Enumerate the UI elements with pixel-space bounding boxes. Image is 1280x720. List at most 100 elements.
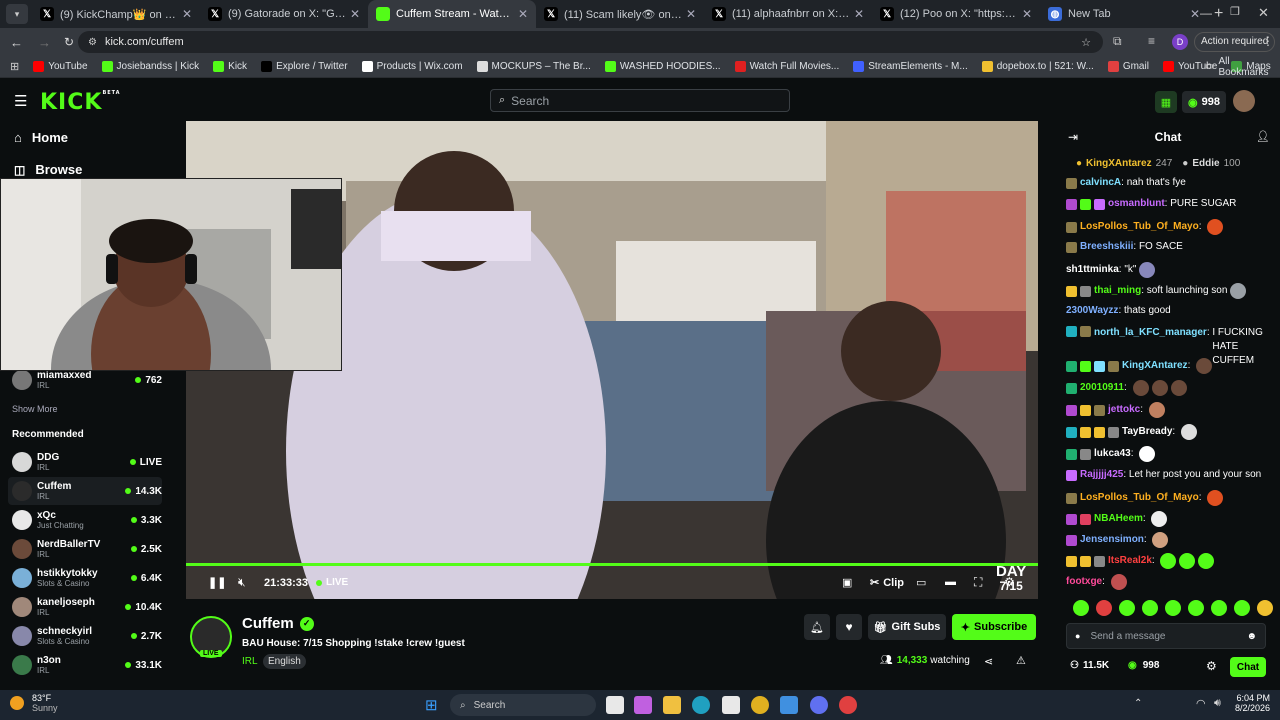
sidebar-item-hstikkytokky[interactable]: hstikkytokky Slots & Casino 6.4K: [8, 564, 162, 592]
start-icon[interactable]: ⊞: [425, 696, 438, 714]
bookmark-item[interactable]: Explore / Twitter: [261, 61, 348, 72]
browser-tab[interactable]: 𝕏 (11) alphaafnbrr on X: "no way ✕: [704, 0, 872, 28]
discord-icon[interactable]: [810, 696, 828, 714]
bookmark-item[interactable]: MOCKUPS – The Br...: [476, 61, 591, 72]
nav-browse[interactable]: ◫ Browse: [14, 162, 82, 177]
chat-message-input[interactable]: ● Send a message ☻: [1066, 623, 1266, 649]
browser-menu-icon[interactable]: ⋮: [1262, 34, 1274, 48]
sidebar-item-xqc[interactable]: xQc Just Chatting 3.3K: [8, 506, 162, 534]
chat-username[interactable]: ItsReal2k: [1108, 554, 1152, 568]
emote-icon[interactable]: [1257, 600, 1273, 616]
tab-close-icon[interactable]: ✕: [1022, 7, 1032, 21]
kicks-balance[interactable]: ◉ 998: [1182, 91, 1226, 113]
chrome-icon[interactable]: [751, 696, 769, 714]
user-avatar[interactable]: [1233, 90, 1255, 112]
chat-send-button[interactable]: Chat: [1230, 657, 1266, 677]
chat-users-icon[interactable]: 👤︎: [1256, 130, 1270, 143]
file-explorer-icon[interactable]: [663, 696, 681, 714]
bookmark-item[interactable]: Watch Full Movies...: [734, 61, 839, 72]
emote-icon[interactable]: [1142, 600, 1158, 616]
emote-icon[interactable]: [1165, 600, 1181, 616]
chat-username[interactable]: lukca43: [1094, 447, 1131, 461]
snip-icon[interactable]: [839, 696, 857, 714]
report-icon[interactable]: ⚠: [1016, 654, 1026, 667]
browser-tab[interactable]: Cuffem Stream - Watch Live on ✕: [368, 0, 536, 28]
emote-icon[interactable]: [1096, 600, 1112, 616]
chat-username[interactable]: KingXAntarez: [1122, 359, 1188, 373]
menu-icon[interactable]: ☰: [14, 92, 27, 110]
tab-search-icon[interactable]: ▾: [6, 4, 28, 24]
store-icon[interactable]: [722, 696, 740, 714]
category-link[interactable]: IRL: [242, 656, 258, 667]
chat-username[interactable]: LosPollos_Tub_Of_Mayo: [1080, 491, 1199, 505]
bookmark-item[interactable]: Josiebandss | Kick: [101, 61, 199, 72]
subscribe-button[interactable]: ✦ Subscribe: [952, 614, 1036, 640]
tab-close-icon[interactable]: ✕: [686, 7, 696, 21]
gifter-name[interactable]: KingXAntarez: [1086, 158, 1152, 169]
emote-icon[interactable]: [1073, 600, 1089, 616]
pip-icon[interactable]: ▣: [842, 576, 852, 589]
nav-home[interactable]: ⌂ Home: [14, 130, 68, 145]
all-bookmarks[interactable]: ▭ All Bookmarks: [1205, 56, 1280, 78]
bookmark-star-icon[interactable]: ☆: [1081, 36, 1091, 49]
chat-username[interactable]: Jensensimon: [1080, 533, 1144, 547]
copilot-icon[interactable]: [634, 696, 652, 714]
chat-username[interactable]: footxge: [1066, 575, 1102, 589]
reload-icon[interactable]: ↻: [64, 35, 78, 49]
extensions-icon[interactable]: ⧉: [1113, 34, 1122, 49]
show-more-link[interactable]: Show More: [12, 404, 58, 414]
forward-icon[interactable]: →: [38, 35, 52, 50]
stream-manager-icon[interactable]: ▦: [1155, 91, 1177, 113]
sidebar-item-ddg[interactable]: DDG IRL LIVE: [8, 448, 162, 476]
theater-mode-icon[interactable]: ▬: [945, 576, 956, 588]
tab-close-icon[interactable]: ✕: [854, 7, 864, 21]
tab-close-icon[interactable]: ✕: [182, 7, 192, 21]
clock[interactable]: 6:04 PM 8/2/2026: [1230, 693, 1270, 713]
maximize-button[interactable]: ❐: [1230, 5, 1240, 18]
follow-heart-button[interactable]: ♥: [836, 614, 862, 640]
emote-icon[interactable]: [1188, 600, 1204, 616]
emoji-icon[interactable]: ☻: [1246, 631, 1257, 642]
chat-username[interactable]: osmanblunt: [1108, 197, 1165, 211]
bookmark-item[interactable]: Gmail: [1107, 61, 1149, 72]
tray-chevron-icon[interactable]: ⌃: [1134, 698, 1142, 709]
notification-bell-button[interactable]: 🔔︎: [804, 614, 830, 640]
url-field[interactable]: ⚙ kick.com/cuffem ☆: [78, 31, 1103, 53]
sidebar-item-cuffem[interactable]: Cuffem IRL 14.3K: [8, 477, 162, 505]
chat-username[interactable]: TayBready: [1122, 425, 1172, 439]
mute-icon[interactable]: 🔇︎: [238, 575, 246, 590]
minimize-button[interactable]: —: [1200, 6, 1212, 20]
chat-username[interactable]: Rajjjjj425: [1080, 468, 1123, 482]
browser-tab[interactable]: 𝕏 (9) KickChamp👑 on X: "Cuffem ✕: [32, 0, 200, 28]
share-icon[interactable]: ⋖: [984, 655, 993, 668]
chat-username[interactable]: north_la_KFC_manager: [1094, 326, 1207, 340]
weather-widget[interactable]: 83°F Sunny: [10, 693, 58, 713]
chat-username[interactable]: thai_ming: [1094, 284, 1141, 298]
volume-icon[interactable]: 🔊︎: [1214, 697, 1221, 710]
chat-username[interactable]: 2300Wayzz: [1066, 304, 1118, 318]
bookmark-item[interactable]: WASHED HOODIES...: [604, 61, 721, 72]
browser-tab[interactable]: 𝕏 (12) Poo on X: "https://t.co/H5e ✕: [872, 0, 1040, 28]
photos-icon[interactable]: [780, 696, 798, 714]
profile-avatar[interactable]: D: [1172, 34, 1188, 50]
bookmark-item[interactable]: Products | Wix.com: [361, 61, 463, 72]
streamer-name[interactable]: Cuffem ✓: [242, 615, 314, 632]
chat-username[interactable]: Breeshskiii: [1080, 240, 1133, 254]
sidebar-item-nerdballertv[interactable]: NerdBallerTV IRL 2.5K: [8, 535, 162, 563]
chat-username[interactable]: 20010911: [1080, 381, 1124, 395]
bookmark-item[interactable]: StreamElements - M...: [853, 61, 968, 72]
emote-icon[interactable]: [1234, 600, 1250, 616]
pause-icon[interactable]: ❚❚: [208, 576, 226, 589]
task-view-icon[interactable]: [606, 696, 624, 714]
tab-close-icon[interactable]: ✕: [350, 7, 360, 21]
edge-icon[interactable]: [692, 696, 710, 714]
sidebar-item-schneckyirl[interactable]: schneckyirl Slots & Casino 2.7K: [8, 622, 162, 650]
chat-username[interactable]: sh1ttminka: [1066, 263, 1119, 277]
browser-tab[interactable]: 𝕏 (9) Gatorade on X: "Gg cuffem ✕: [200, 0, 368, 28]
tab-close-icon[interactable]: ✕: [1190, 7, 1200, 21]
taskbar-search[interactable]: ⌕ Search: [450, 694, 596, 716]
bookmark-item[interactable]: Kick: [213, 61, 247, 72]
search-input[interactable]: ⌕ Search: [490, 89, 790, 112]
apps-icon[interactable]: ⊞: [10, 60, 19, 73]
bookmark-item[interactable]: dopebox.to | 521: W...: [981, 61, 1094, 72]
